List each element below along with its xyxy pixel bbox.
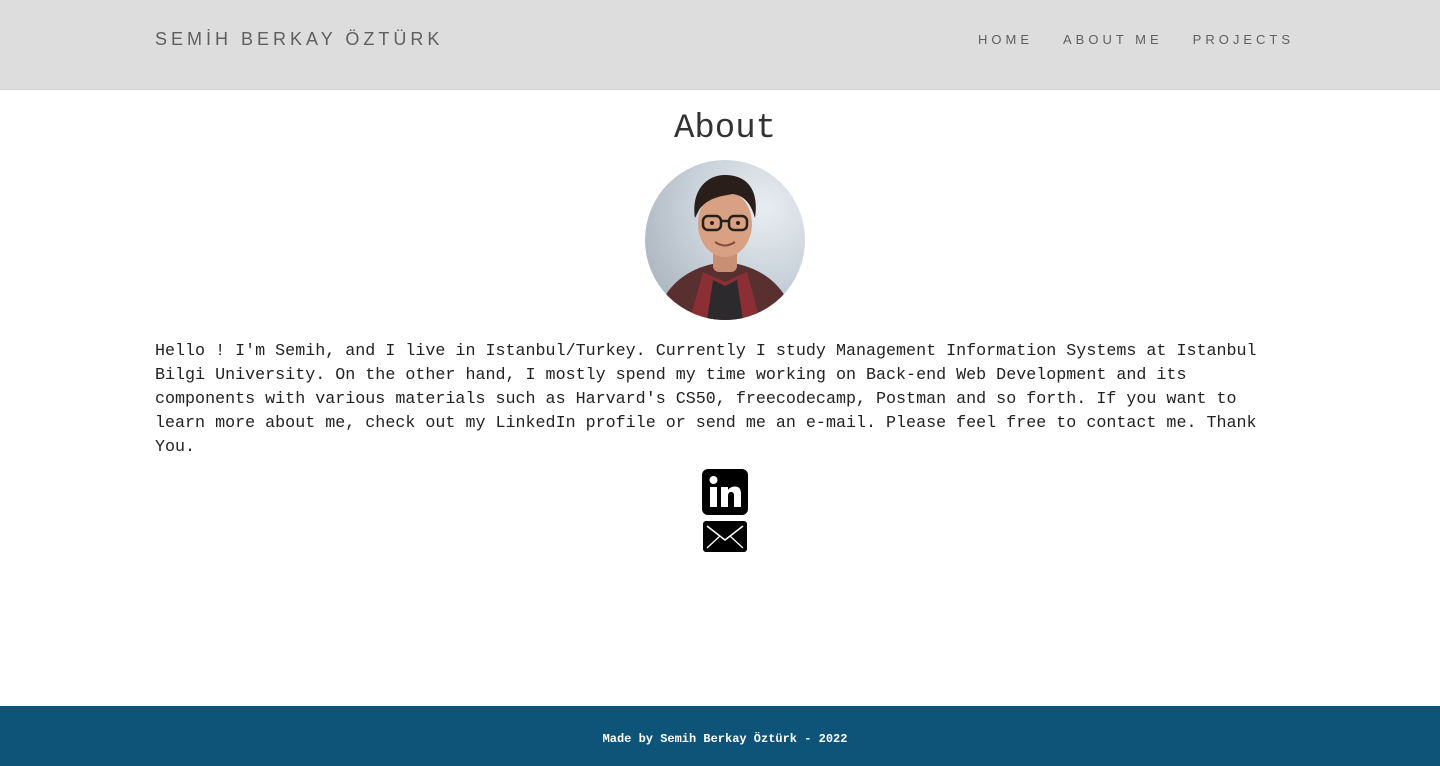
navbar: SEMİH BERKAY ÖZTÜRK HOME ABOUT ME PROJEC… [0, 0, 1440, 90]
nav-link-about-me[interactable]: ABOUT ME [1063, 32, 1163, 47]
nav-link-projects[interactable]: PROJECTS [1193, 32, 1294, 47]
footer: Made by Semih Berkay Öztürk - 2022 [0, 706, 1440, 766]
profile-photo-icon [655, 174, 795, 320]
nav-links: HOME ABOUT ME PROJECTS [978, 32, 1294, 47]
profile-avatar [645, 160, 805, 320]
email-link[interactable] [703, 521, 747, 552]
page-title: About [673, 110, 777, 148]
linkedin-icon[interactable] [702, 469, 748, 515]
linkedin-link[interactable] [702, 469, 748, 515]
nav-link-home[interactable]: HOME [978, 32, 1033, 47]
mail-icon[interactable] [703, 521, 747, 552]
footer-text: Made by Semih Berkay Öztürk - 2022 [602, 732, 848, 746]
about-text: Hello ! I'm Semih, and I live in Istanbu… [155, 342, 1257, 457]
site-brand[interactable]: SEMİH BERKAY ÖZTÜRK [155, 29, 443, 50]
